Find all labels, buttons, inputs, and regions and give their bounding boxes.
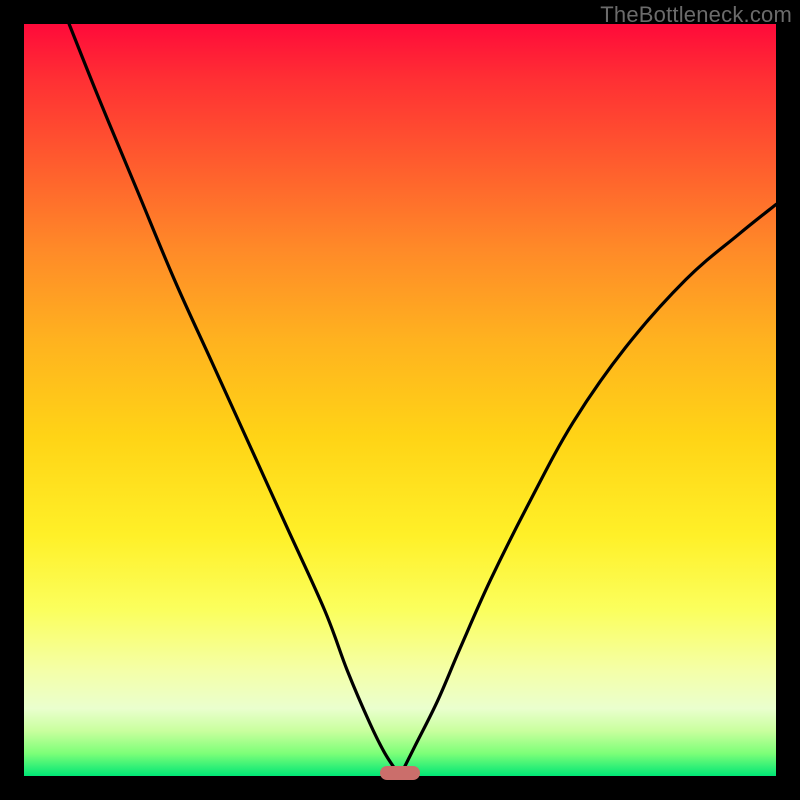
left-curve bbox=[69, 24, 400, 776]
right-curve bbox=[400, 204, 776, 776]
chart-plot-area bbox=[24, 24, 776, 776]
bottleneck-curves bbox=[24, 24, 776, 776]
bottleneck-marker bbox=[380, 766, 420, 780]
